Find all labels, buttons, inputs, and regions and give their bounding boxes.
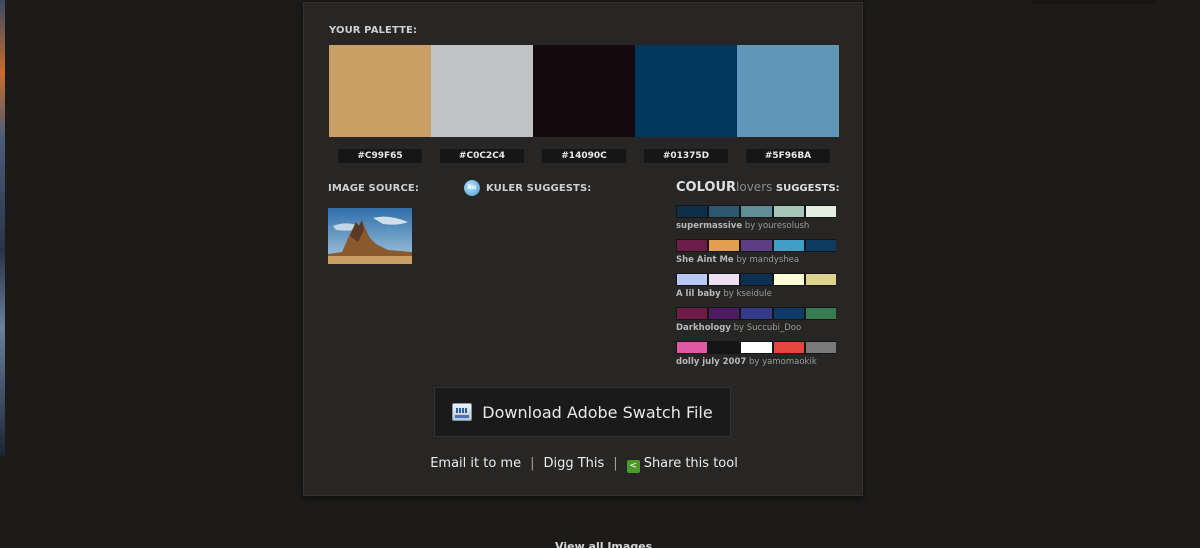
mini-swatch: [677, 342, 708, 353]
palette-author[interactable]: by kseidule: [723, 289, 771, 299]
palette-name[interactable]: supermassive: [676, 221, 742, 231]
palette-caption: Darkhology by Succubi_Doo: [676, 323, 836, 333]
palette-name[interactable]: dolly july 2007: [676, 357, 746, 367]
download-swatch-button[interactable]: Download Adobe Swatch File: [434, 387, 731, 437]
palette-author[interactable]: by yamomaokik: [749, 357, 817, 367]
mini-swatch: [677, 274, 708, 285]
mini-swatch: [741, 206, 772, 217]
mini-swatch: [805, 308, 837, 319]
color-swatch[interactable]: [431, 45, 533, 137]
digg-link[interactable]: Digg This: [543, 456, 604, 471]
colourlovers-title-bold: COLOUR: [676, 180, 737, 195]
palette-caption: She Aint Me by mandyshea: [676, 255, 836, 265]
mini-swatch: [741, 240, 772, 251]
mini-swatch: [741, 274, 772, 285]
mini-swatch: [709, 308, 740, 319]
mini-swatch: [709, 274, 740, 285]
share-link[interactable]: < Share this tool: [626, 456, 738, 473]
palette-author[interactable]: by youresolush: [745, 221, 809, 231]
mini-swatch: [773, 240, 804, 251]
separator: |: [613, 456, 618, 471]
mini-swatch: [773, 274, 804, 285]
mini-swatch: [741, 342, 772, 353]
download-label: Download Adobe Swatch File: [482, 402, 713, 422]
background-image-edge: [0, 0, 5, 456]
hex-code-label[interactable]: #01375D: [644, 149, 728, 163]
mini-swatch: [677, 206, 708, 217]
share-links: Email it to me | Digg This | < Share this too…: [304, 456, 864, 473]
mini-palette[interactable]: [676, 307, 837, 320]
kuler-label: KULER SUGGESTS:: [486, 183, 592, 194]
color-swatch[interactable]: [533, 45, 635, 137]
colourlovers-palette[interactable]: Darkhology by Succubi_Doo: [676, 307, 837, 341]
palette-caption: A lil baby by kseidule: [676, 289, 836, 299]
view-all-images-link[interactable]: View all Images: [555, 540, 652, 548]
hex-code-label[interactable]: #5F96BA: [746, 149, 830, 163]
mini-palette[interactable]: [676, 239, 837, 252]
colourlovers-palette[interactable]: A lil baby by kseidule: [676, 273, 837, 307]
mini-swatch: [805, 206, 837, 217]
colourlovers-list: supermassive by youresolush She Aint Me …: [676, 205, 837, 375]
hex-codes: #C99F65 #C0C2C4 #14090C #01375D #5F96BA: [329, 149, 839, 163]
hex-code-label[interactable]: #14090C: [542, 149, 626, 163]
colourlovers-palette[interactable]: supermassive by youresolush: [676, 205, 837, 239]
mini-swatch: [773, 342, 804, 353]
image-source-label: IMAGE SOURCE:: [328, 183, 419, 194]
source-image-thumbnail[interactable]: [328, 208, 412, 264]
mini-swatch: [677, 308, 708, 319]
mini-swatch: [677, 240, 708, 251]
color-swatch[interactable]: [635, 45, 737, 137]
colourlovers-title: COLOURlovers SUGGESTS:: [676, 180, 840, 195]
palette-caption: supermassive by youresolush: [676, 221, 836, 231]
share-link-label: Share this tool: [643, 456, 738, 471]
mini-swatch: [709, 342, 740, 353]
colourlovers-title-light: lovers: [736, 180, 773, 194]
colourlovers-palette[interactable]: She Aint Me by mandyshea: [676, 239, 837, 273]
hex-code-label[interactable]: #C99F65: [338, 149, 422, 163]
mini-swatch: [709, 240, 740, 251]
palette-author[interactable]: by Succubi_Doo: [734, 323, 802, 333]
palette-name[interactable]: She Aint Me: [676, 255, 734, 265]
colourlovers-title-suffix: SUGGESTS:: [772, 183, 840, 194]
share-icon: <: [626, 460, 640, 473]
mini-swatch: [805, 342, 837, 353]
palette-caption: dolly july 2007 by yamomaokik: [676, 357, 836, 367]
palette-panel: YOUR PALETTE: #C99F65 #C0C2C4 #14090C #0…: [303, 2, 863, 496]
mini-palette[interactable]: [676, 205, 837, 218]
mini-swatch: [805, 274, 837, 285]
email-link[interactable]: Email it to me: [430, 456, 521, 471]
mini-swatch: [773, 308, 804, 319]
hex-code-label[interactable]: #C0C2C4: [440, 149, 524, 163]
palette-name[interactable]: Darkhology: [676, 323, 731, 333]
kuler-icon: ku: [464, 180, 480, 196]
mini-swatch: [805, 240, 837, 251]
palette-name[interactable]: A lil baby: [676, 289, 721, 299]
palette-swatches: [329, 45, 839, 137]
mini-palette[interactable]: [676, 273, 837, 286]
palette-author[interactable]: by mandyshea: [736, 255, 799, 265]
mini-palette[interactable]: [676, 341, 837, 354]
colourlovers-palette[interactable]: dolly july 2007 by yamomaokik: [676, 341, 837, 375]
color-swatch[interactable]: [329, 45, 431, 137]
palette-label: YOUR PALETTE:: [329, 25, 418, 36]
mini-swatch: [741, 308, 772, 319]
color-swatch[interactable]: [737, 45, 839, 137]
top-bar-fragment: [1032, 0, 1156, 4]
mini-swatch: [773, 206, 804, 217]
mini-swatch: [709, 206, 740, 217]
separator: |: [530, 456, 535, 471]
swatch-file-icon: [452, 403, 473, 421]
